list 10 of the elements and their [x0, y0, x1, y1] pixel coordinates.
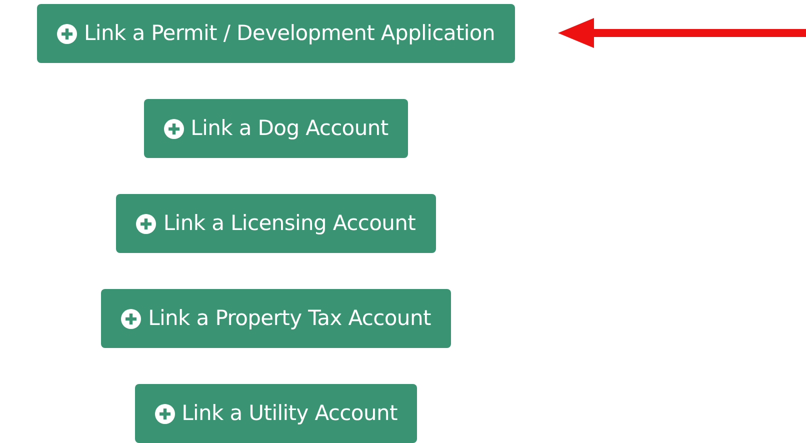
plus-circle-icon	[164, 118, 184, 138]
plus-circle-icon	[121, 308, 142, 328]
plus-circle-icon	[57, 24, 78, 44]
link-button[interactable]: Link a Dog Account	[144, 99, 408, 158]
link-button[interactable]: Link a Utility Account	[134, 384, 418, 443]
link-button[interactable]: Link a Licensing Account	[116, 194, 436, 253]
plus-circle-icon	[154, 404, 175, 424]
link-button[interactable]: Link a Property Tax Account	[101, 289, 451, 348]
plus-circle-icon	[136, 214, 156, 234]
link-button[interactable]: Link a Permit / Development Application	[37, 4, 515, 63]
